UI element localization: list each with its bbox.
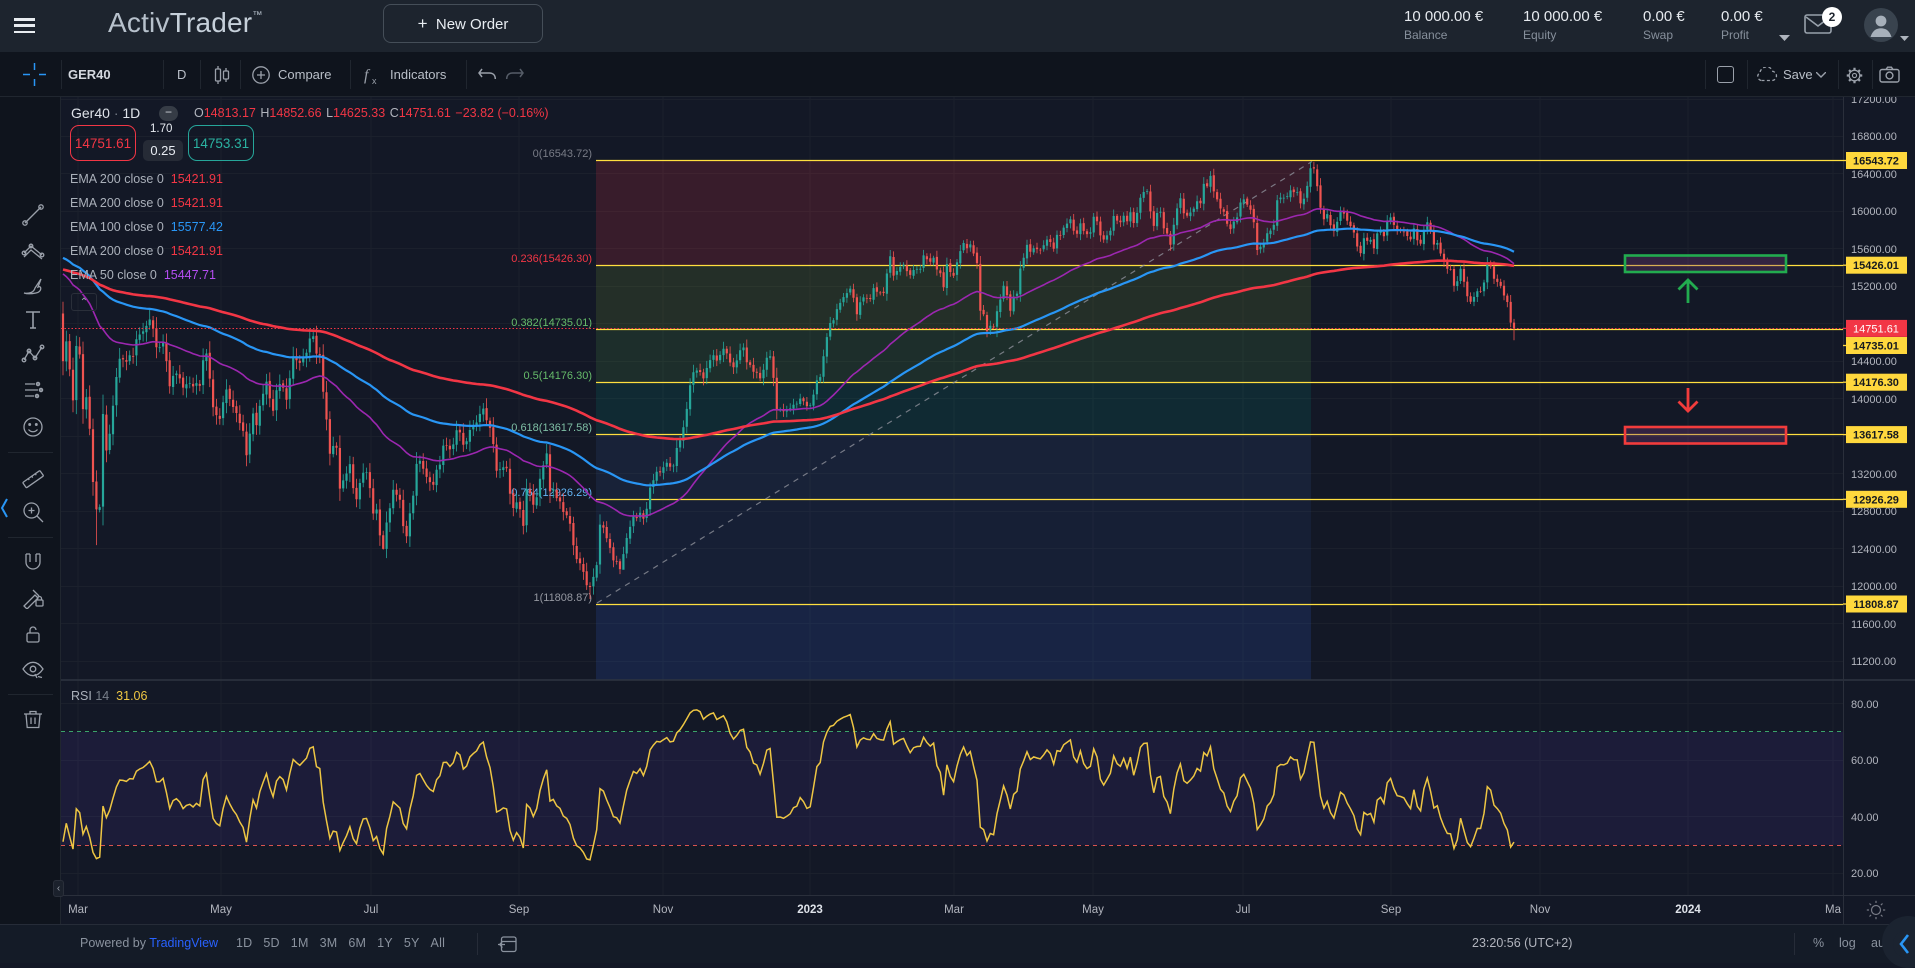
- svg-text:16543.72: 16543.72: [1853, 156, 1899, 168]
- svg-text:13617.58: 13617.58: [1853, 430, 1899, 442]
- svg-text:Sep: Sep: [1381, 904, 1401, 916]
- svg-text:14000.00: 14000.00: [1851, 394, 1897, 406]
- svg-text:80.00: 80.00: [1851, 699, 1879, 711]
- svg-text:11808.87: 11808.87: [1853, 599, 1898, 611]
- svg-text:15200.00: 15200.00: [1851, 281, 1897, 293]
- svg-text:0.5(14176.30): 0.5(14176.30): [524, 370, 593, 382]
- svg-text:2024: 2024: [1675, 904, 1701, 916]
- svg-text:12400.00: 12400.00: [1851, 544, 1897, 556]
- svg-text:60.00: 60.00: [1851, 755, 1879, 767]
- svg-text:12000.00: 12000.00: [1851, 581, 1897, 593]
- svg-text:Sep: Sep: [509, 904, 529, 916]
- svg-text:20.00: 20.00: [1851, 868, 1879, 880]
- svg-text:15600.00: 15600.00: [1851, 244, 1897, 256]
- svg-text:14400.00: 14400.00: [1851, 356, 1897, 368]
- svg-text:17200.00: 17200.00: [1851, 97, 1897, 106]
- svg-text:0.618(13617.58): 0.618(13617.58): [511, 422, 592, 434]
- svg-text:40.00: 40.00: [1851, 812, 1879, 824]
- svg-text:0.764(12926.29): 0.764(12926.29): [511, 487, 592, 499]
- svg-text:May: May: [210, 904, 232, 916]
- svg-text:Ma: Ma: [1825, 904, 1842, 916]
- svg-text:16000.00: 16000.00: [1851, 206, 1897, 218]
- svg-text:Nov: Nov: [653, 904, 674, 916]
- svg-text:14751.61: 14751.61: [1853, 323, 1899, 335]
- svg-text:Mar: Mar: [68, 904, 88, 916]
- svg-text:x: x: [372, 76, 377, 85]
- svg-text:2023: 2023: [797, 904, 823, 916]
- svg-text:11200.00: 11200.00: [1851, 656, 1896, 668]
- svg-text:11600.00: 11600.00: [1851, 619, 1896, 631]
- svg-text:Jul: Jul: [364, 904, 379, 916]
- svg-text:f: f: [364, 67, 371, 84]
- svg-text:16400.00: 16400.00: [1851, 169, 1897, 181]
- svg-text:16800.00: 16800.00: [1851, 131, 1897, 143]
- svg-text:15426.01: 15426.01: [1853, 260, 1899, 272]
- svg-text:12926.29: 12926.29: [1853, 494, 1899, 506]
- svg-text:May: May: [1082, 904, 1104, 916]
- svg-text:0.382(14735.01): 0.382(14735.01): [511, 317, 592, 329]
- svg-text:1(11808.87): 1(11808.87): [533, 592, 592, 604]
- svg-text:Nov: Nov: [1530, 904, 1551, 916]
- svg-text:13200.00: 13200.00: [1851, 469, 1897, 481]
- svg-text:Jul: Jul: [1236, 904, 1251, 916]
- svg-text:14735.01: 14735.01: [1853, 341, 1899, 353]
- svg-text:14176.30: 14176.30: [1853, 377, 1899, 389]
- svg-text:Mar: Mar: [944, 904, 964, 916]
